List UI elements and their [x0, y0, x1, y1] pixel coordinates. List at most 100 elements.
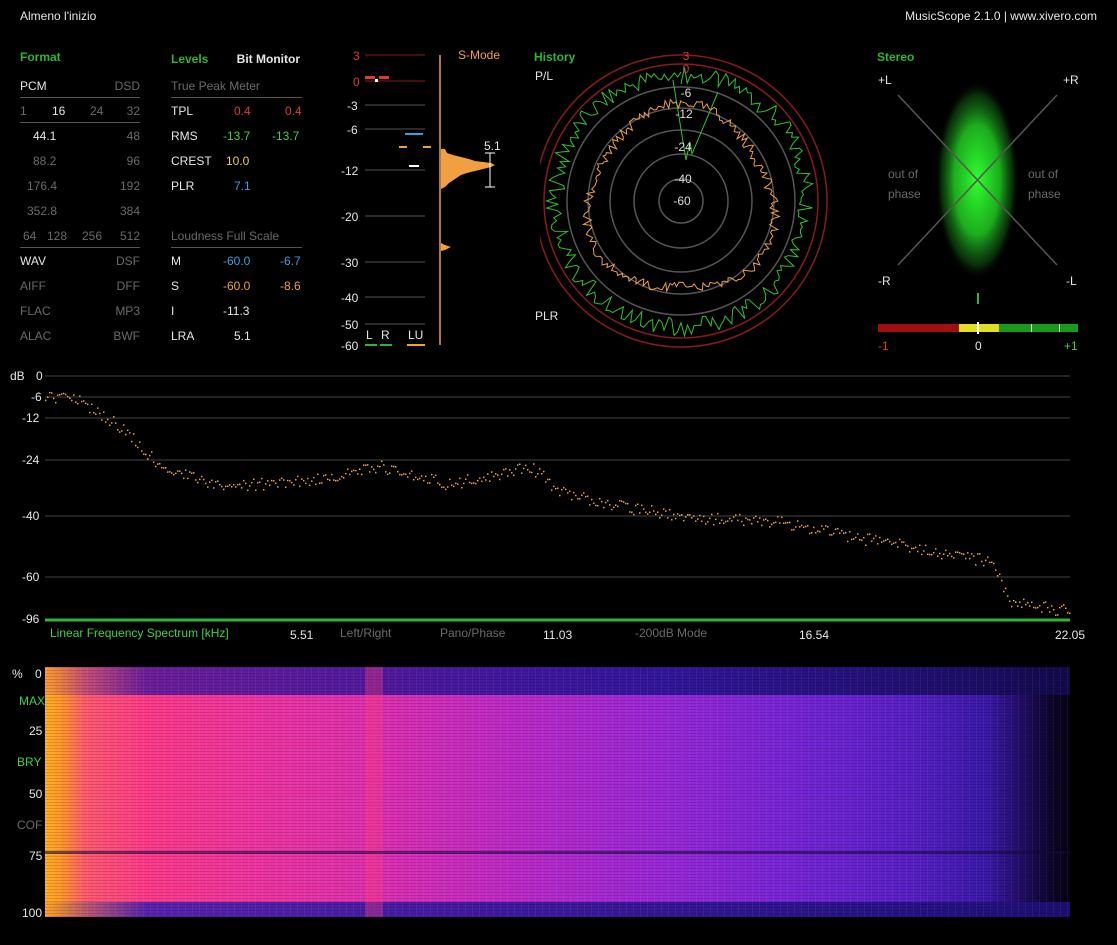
rms-left: -13.7: [223, 129, 251, 143]
spectrum-point: [481, 480, 483, 483]
container-dff: DFF: [116, 279, 140, 293]
corr-plus-1: +1: [1064, 339, 1078, 353]
mode-pano-phase[interactable]: Pano/Phase: [440, 626, 505, 640]
spectrum-point: [843, 532, 845, 534]
i-label: I: [171, 304, 175, 318]
spectrum-point: [465, 478, 467, 480]
spectrum-point: [1009, 600, 1011, 602]
spectrum-point: [273, 480, 275, 482]
spectrum-point: [201, 475, 203, 478]
pct-100: 100: [22, 906, 43, 920]
spectrum-point: [281, 477, 283, 480]
spectrum-point: [1047, 606, 1049, 609]
spectrum-point: [291, 481, 293, 484]
spectrum-point: [821, 525, 823, 527]
spectrum-point: [691, 517, 693, 519]
spectrum-point: [599, 498, 601, 500]
spectrum-point: [359, 468, 361, 470]
spectrum-title[interactable]: Linear Frequency Spectrum [kHz]: [50, 626, 229, 640]
spectrum-point: [1049, 611, 1051, 613]
spectrum-point: [445, 488, 447, 491]
spectrum-point: [623, 501, 625, 503]
spectrum-point: [109, 424, 111, 426]
spectrum-point: [793, 528, 795, 531]
container-aiff: AIFF: [20, 279, 46, 293]
spectrum-point: [243, 479, 245, 482]
spectrum-point: [355, 469, 357, 472]
spectrum-point: [647, 513, 649, 515]
smode-label[interactable]: S-Mode: [458, 48, 500, 62]
spectrum-point: [59, 394, 61, 396]
divider: [20, 122, 140, 123]
spectrum-point: [749, 519, 751, 521]
spectrum-point: [1067, 612, 1069, 614]
spectrum-point: [459, 477, 461, 480]
stereo-plus-l: +L: [878, 73, 892, 87]
container-flac: FLAC: [20, 304, 51, 318]
spectrum-point: [721, 519, 723, 521]
spectrum-point: [849, 531, 851, 533]
levels-header[interactable]: Levels: [171, 52, 208, 66]
mode-200db[interactable]: -200dB Mode: [635, 626, 707, 640]
spectrum-point: [921, 553, 923, 556]
stereo-header[interactable]: Stereo: [877, 50, 914, 64]
spectrum-point: [365, 464, 367, 466]
spectrum-point: [635, 504, 637, 507]
spectrum-point: [65, 393, 67, 396]
bit-monitor-tab[interactable]: Bit Monitor: [237, 52, 300, 66]
spectrum-point: [509, 469, 511, 471]
spectrum-point: [863, 536, 865, 539]
spectrum-point: [277, 486, 279, 488]
spectrum-point: [373, 468, 375, 471]
spectrum-point: [601, 500, 603, 503]
spectrum-point: [873, 537, 875, 540]
channel-l: L: [366, 328, 373, 342]
spectrum-point: [189, 471, 191, 473]
divider: [171, 97, 302, 98]
spectrum-point: [495, 473, 497, 475]
spectrum-point: [823, 528, 825, 530]
spectrum-point: [815, 532, 817, 534]
meter-tick-m50: -50: [341, 318, 359, 332]
spectrum-point: [707, 521, 709, 523]
spectrum-point: [503, 468, 505, 471]
lu-histogram-low: [441, 243, 451, 251]
spectrum-point: [229, 484, 231, 486]
spectrum-point: [49, 391, 51, 394]
spectrum-point: [353, 469, 355, 472]
spectrum-point: [563, 486, 565, 489]
spectrum-point: [167, 471, 169, 473]
db-m24: -24: [22, 453, 40, 467]
spectrum-point: [551, 489, 553, 491]
spectrum-point: [1069, 612, 1071, 614]
spectrum-point: [895, 541, 897, 544]
spectrum-point: [897, 546, 899, 548]
spectrum-point: [983, 564, 985, 567]
ring-m24: -24: [674, 140, 692, 154]
spectrum-point: [79, 395, 81, 397]
spectrum-point: [371, 466, 373, 468]
correlation-bar: [878, 322, 1078, 334]
spectrum-point: [907, 545, 909, 547]
spectrum-point: [231, 486, 233, 488]
spectrum-point: [615, 504, 617, 506]
meter-tick-m3: -3: [347, 99, 358, 113]
spectrum-point: [275, 482, 277, 484]
mode-left-right[interactable]: Left/Right: [340, 626, 391, 640]
tpm-title: True Peak Meter: [171, 79, 260, 93]
meter-tick-m12: -12: [341, 164, 359, 178]
dsd-64: 64: [23, 229, 37, 243]
spectrum-point: [71, 399, 73, 402]
s-marker-2: [423, 146, 431, 148]
spectrum-point: [881, 541, 883, 543]
meter-tick-m60: -60: [341, 339, 359, 353]
spectrum-point: [87, 403, 89, 406]
spectrum-point: [195, 479, 197, 481]
spectrum-point: [69, 397, 71, 399]
spectrum-point: [931, 553, 933, 556]
spectrum-point: [491, 471, 493, 473]
spectrum-point: [859, 539, 861, 541]
rms-label: RMS: [171, 129, 198, 143]
spectrum-point: [879, 536, 881, 539]
spectrum-point: [345, 472, 347, 475]
